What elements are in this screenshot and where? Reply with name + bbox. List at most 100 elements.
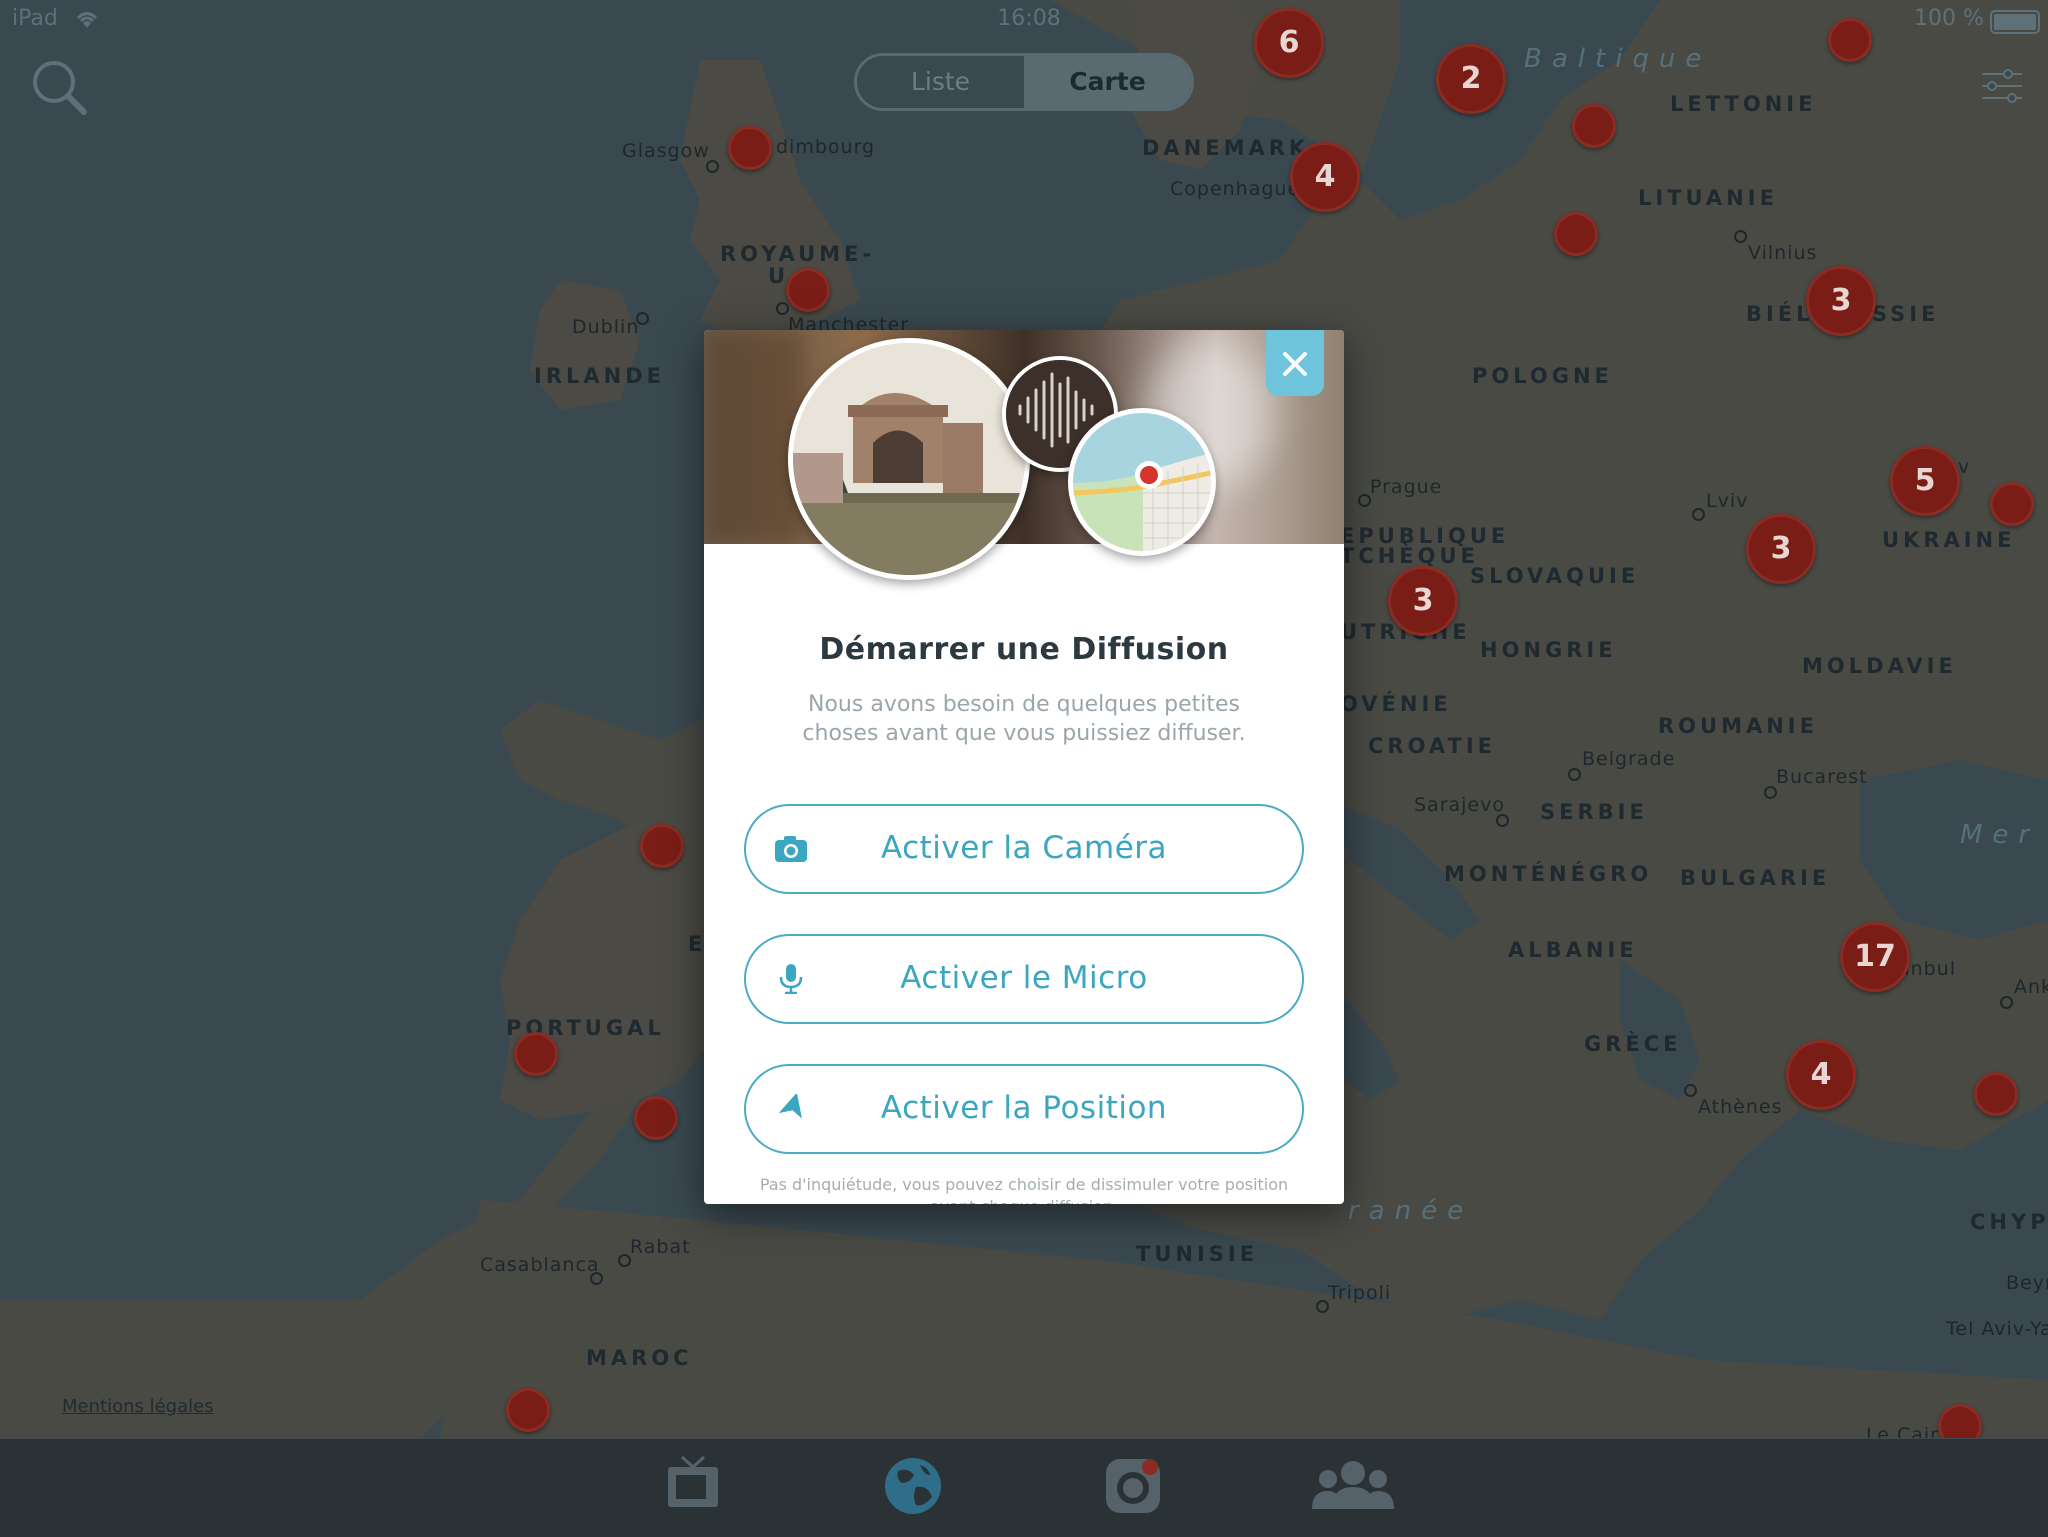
broadcast-marker[interactable]	[1990, 482, 2034, 526]
broadcast-marker[interactable]	[506, 1388, 550, 1432]
country-label: CHYPR	[1970, 1210, 2048, 1234]
broadcast-marker[interactable]	[728, 126, 772, 170]
city-dot	[776, 302, 789, 315]
enable-microphone-button[interactable]: Activer le Micro	[744, 934, 1304, 1024]
city-label: Vilnius	[1748, 242, 1818, 264]
city-dot	[1692, 508, 1705, 521]
globe-icon	[885, 1458, 941, 1514]
city-dot	[1358, 494, 1371, 507]
city-label: Prague	[1370, 476, 1443, 498]
broadcast-marker[interactable]	[786, 268, 830, 312]
battery-percentage: 100 %	[1914, 6, 1984, 31]
city-dot	[1316, 1300, 1329, 1313]
broadcast-marker[interactable]	[514, 1032, 558, 1076]
country-label: OVÉNIE	[1340, 692, 1452, 716]
city-label: Athènes	[1698, 1096, 1783, 1118]
enable-location-button[interactable]: Activer la Position	[744, 1064, 1304, 1154]
enable-camera-label: Activer la Caméra	[880, 830, 1168, 866]
country-label: MONTÉNÉGRO	[1444, 862, 1653, 886]
cluster-marker[interactable]: 2	[1436, 44, 1506, 114]
cluster-marker[interactable]: 4	[1786, 1040, 1856, 1110]
cluster-marker[interactable]: 3	[1388, 566, 1458, 636]
tab-tv[interactable]	[660, 1453, 726, 1519]
country-label: SSIE	[1872, 302, 1940, 326]
enable-camera-button[interactable]: Activer la Caméra	[744, 804, 1304, 894]
country-label: TCHÈQUE	[1340, 544, 1479, 568]
privacy-footnote: Pas d'inquiétude, vous pouvez choisir de…	[759, 1175, 1289, 1204]
city-dot	[636, 312, 649, 325]
modal-description: Nous avons besoin de quelques petites ch…	[802, 692, 1246, 746]
clock: 16:08	[997, 6, 1061, 31]
search-button[interactable]	[28, 56, 92, 120]
city-dot	[618, 1254, 631, 1267]
tab-broadcast[interactable]	[1100, 1453, 1166, 1519]
modal-title: Démarrer une Diffusion	[819, 632, 1229, 667]
city-dot	[590, 1272, 603, 1285]
sea-label: Mer	[1960, 820, 2040, 850]
tab-bar	[0, 1438, 2048, 1537]
legal-notice-link[interactable]: Mentions légales	[62, 1396, 214, 1417]
country-label: UKRAINE	[1882, 528, 2016, 552]
city-label: Dublin	[572, 316, 640, 338]
country-label: ROYAUME-	[720, 242, 876, 266]
wifi-icon	[76, 12, 98, 28]
people-icon	[1312, 1461, 1394, 1509]
search-icon	[33, 61, 87, 115]
cluster-marker[interactable]: 5	[1890, 446, 1960, 516]
broadcast-marker[interactable]	[634, 1096, 678, 1140]
enable-microphone-label: Activer le Micro	[900, 960, 1148, 996]
city-label: Belgrade	[1582, 748, 1676, 770]
country-label: DANEMARK	[1142, 136, 1310, 160]
city-label: Casablanca	[480, 1254, 600, 1276]
country-label: IRLANDE	[534, 364, 665, 388]
map-tab[interactable]: Carte	[1024, 56, 1191, 108]
broadcast-marker[interactable]	[1554, 212, 1598, 256]
cluster-marker[interactable]: 3	[1806, 266, 1876, 336]
close-icon	[1283, 352, 1307, 376]
sea-label: ranée	[1348, 1196, 1474, 1226]
location-preview-map	[1068, 408, 1216, 556]
cluster-marker[interactable]: 17	[1840, 922, 1910, 992]
broadcast-marker[interactable]	[1572, 104, 1616, 148]
tab-map[interactable]	[880, 1453, 946, 1519]
list-tab[interactable]: Liste	[857, 56, 1024, 108]
close-button[interactable]	[1266, 330, 1324, 396]
filter-button[interactable]	[1978, 66, 2026, 106]
country-label: POLOGNE	[1472, 364, 1613, 388]
country-label: TUNISIE	[1136, 1242, 1259, 1266]
country-label: SLOVAQUIE	[1470, 564, 1640, 588]
city-label: Tel Aviv-Ya	[1946, 1318, 2048, 1340]
country-label: ALBANIE	[1508, 938, 1638, 962]
city-dot	[706, 160, 719, 173]
country-label: MAROC	[586, 1346, 693, 1370]
city-dot	[1734, 230, 1747, 243]
city-label: Lviv	[1706, 490, 1749, 512]
broadcast-marker[interactable]	[1974, 1072, 2018, 1116]
country-label: SERBIE	[1540, 800, 1648, 824]
battery-icon	[1990, 10, 2040, 34]
country-label: LETTONIE	[1670, 92, 1817, 116]
city-label: Ank	[2014, 976, 2048, 998]
tv-icon	[668, 1455, 718, 1507]
country-label: BULGARIE	[1680, 866, 1831, 890]
cluster-marker[interactable]: 3	[1746, 514, 1816, 584]
city-label: Bucarest	[1776, 766, 1868, 788]
broadcast-marker[interactable]	[640, 824, 684, 868]
city-dot	[1496, 814, 1509, 827]
cluster-marker[interactable]: 4	[1290, 142, 1360, 212]
country-label: GRÈCE	[1584, 1032, 1682, 1056]
country-label: ROUMANIE	[1658, 714, 1818, 738]
start-broadcast-modal: Démarrer une Diffusion Nous avons besoin…	[704, 330, 1344, 1204]
city-label: dimbourg	[776, 136, 876, 158]
city-label: Sarajevo	[1414, 794, 1505, 816]
city-label: Tripoli	[1328, 1282, 1392, 1304]
city-label: Beyr	[2006, 1272, 2048, 1294]
camera-record-icon	[1106, 1459, 1160, 1513]
tab-people[interactable]	[1310, 1453, 1396, 1519]
country-label: CROATIE	[1368, 734, 1496, 758]
city-label: Rabat	[630, 1236, 691, 1258]
city-dot	[1568, 768, 1581, 781]
carrier-label: iPad	[12, 6, 58, 31]
city-label: Glasgow	[622, 140, 710, 162]
status-bar: iPad 16:08 100 %	[0, 0, 2048, 40]
